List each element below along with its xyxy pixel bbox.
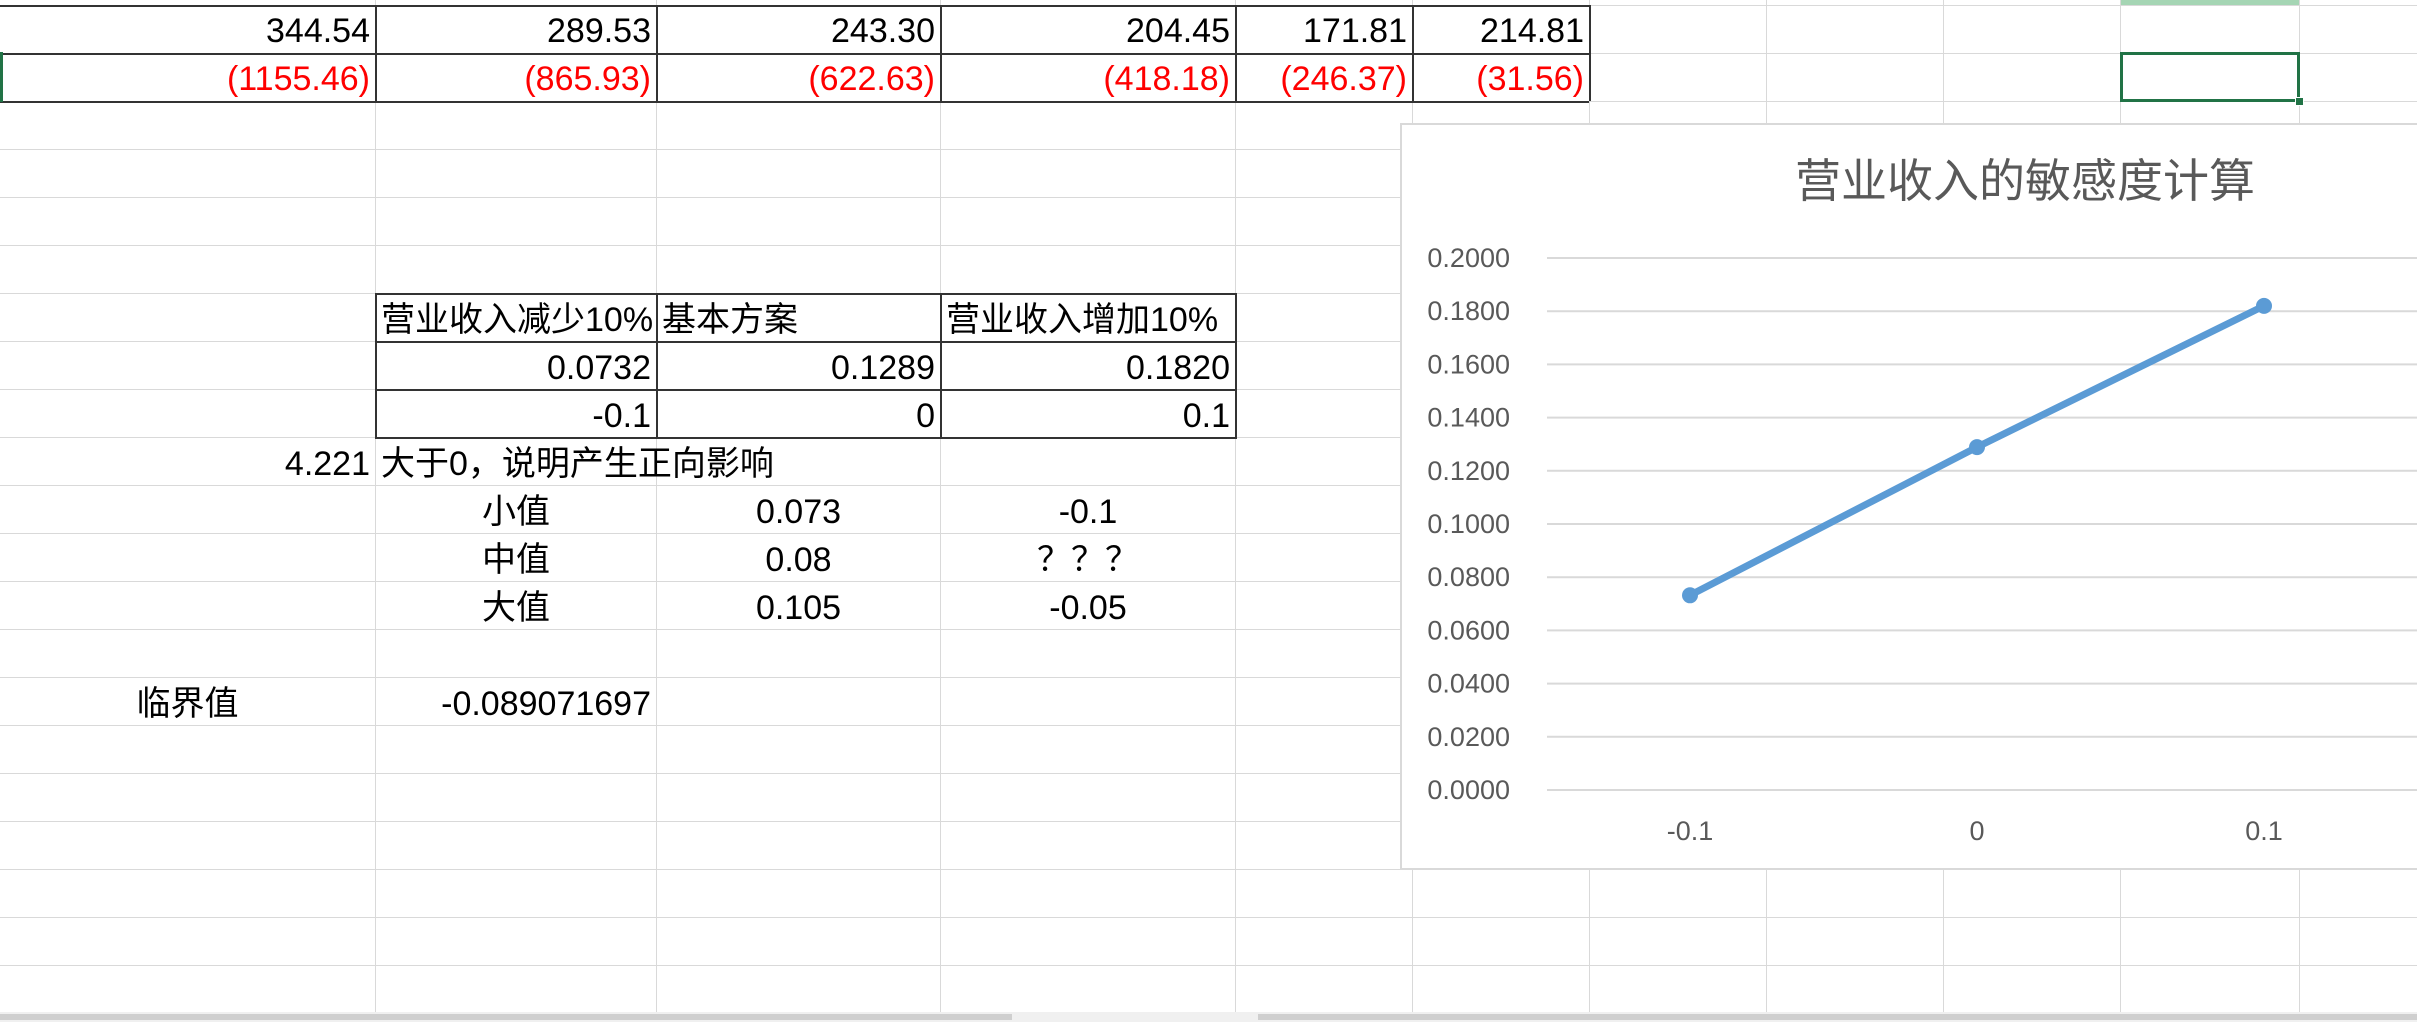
cell-row1-col1[interactable]: 344.54 — [0, 8, 375, 54]
horizontal-scrollbar-thumb[interactable] — [1258, 1014, 2417, 1020]
header-revenue-increase[interactable]: 营业收入增加10% — [941, 297, 1235, 343]
chart-series[interactable] — [1682, 297, 2272, 604]
cell-row2-col3[interactable]: (622.63) — [657, 56, 940, 102]
cell-border — [1235, 293, 1237, 439]
data-point[interactable] — [1969, 439, 1985, 456]
x-tick-label: 0 — [1969, 816, 1984, 846]
header-base-case[interactable]: 基本方案 — [657, 297, 940, 343]
chart-y-axis-labels: 0.0000 0.0200 0.0400 0.0600 0.0800 0.1000 0.12… — [1427, 243, 1510, 805]
chart-x-axis-labels: -0.1 0 0.1 — [1667, 816, 2283, 846]
y-tick-label: 0.1200 — [1427, 456, 1510, 486]
interp-label-mid[interactable]: 中值 — [376, 537, 656, 583]
column-gridline — [1235, 0, 1236, 1012]
header-revenue-decrease[interactable]: 营业收入减少10% — [376, 297, 656, 343]
y-tick-label: 0.1600 — [1427, 349, 1510, 379]
fill-handle[interactable] — [2295, 97, 2304, 106]
value-base[interactable]: 0.1289 — [657, 345, 940, 391]
value-increase[interactable]: 0.1820 — [941, 345, 1235, 391]
sensitivity-coefficient[interactable]: 4.221 — [0, 441, 375, 487]
critical-label[interactable]: 临界值 — [0, 681, 375, 727]
cell-border — [0, 5, 1589, 7]
selected-column-indicator — [2121, 0, 2299, 5]
chart-gridlines — [1547, 257, 2417, 791]
data-point[interactable] — [2256, 297, 2272, 314]
cell-row1-col6[interactable]: 214.81 — [1413, 8, 1589, 54]
y-tick-label: 0.0200 — [1427, 722, 1510, 752]
cell-row2-col4[interactable]: (418.18) — [941, 56, 1235, 102]
y-tick-label: 0.0600 — [1427, 615, 1510, 645]
y-tick-label: 0.0400 — [1427, 669, 1510, 699]
data-point[interactable] — [1682, 587, 1698, 604]
chart-title[interactable]: 营业收入的敏感度计算 — [1795, 155, 2255, 207]
y-tick-label: 0.0000 — [1427, 775, 1510, 805]
interp-x-small[interactable]: -0.1 — [941, 489, 1235, 535]
critical-value[interactable]: -0.089071697 — [376, 681, 656, 727]
cell-row2-col2[interactable]: (865.93) — [376, 56, 656, 102]
sensitivity-note[interactable]: 大于0，说明产生正向影响 — [376, 441, 936, 487]
cell-row2-col6[interactable]: (31.56) — [1413, 56, 1589, 102]
x-tick-label: -0.1 — [1667, 816, 1714, 846]
cell-border — [375, 293, 1235, 295]
interp-value-large[interactable]: 0.105 — [657, 585, 940, 631]
row-gridline — [0, 917, 2417, 918]
row-selection-edge — [0, 52, 3, 102]
cell-row2-col1[interactable]: (1155.46) — [0, 56, 375, 102]
change-base[interactable]: 0 — [657, 393, 940, 439]
cell-row1-col3[interactable]: 243.30 — [657, 8, 940, 54]
y-tick-label: 0.1400 — [1427, 403, 1510, 433]
active-cell-selection[interactable] — [2120, 52, 2300, 102]
y-tick-label: 0.1000 — [1427, 509, 1510, 539]
cell-row1-col4[interactable]: 204.45 — [941, 8, 1235, 54]
y-tick-label: 0.2000 — [1427, 243, 1510, 273]
interp-value-mid[interactable]: 0.08 — [657, 537, 940, 583]
change-increase[interactable]: 0.1 — [941, 393, 1235, 439]
y-tick-label: 0.0800 — [1427, 562, 1510, 592]
x-tick-label: 0.1 — [2245, 816, 2283, 846]
line-chart[interactable]: 营业收入的敏感度计算 0.0000 0.0200 0.0400 0.0600 0.080… — [1400, 123, 2417, 870]
cell-row1-col5[interactable]: 171.81 — [1236, 8, 1412, 54]
chart-canvas: 营业收入的敏感度计算 0.0000 0.0200 0.0400 0.0600 0.080… — [1427, 155, 2417, 846]
cell-row1-col2[interactable]: 289.53 — [376, 8, 656, 54]
cell-row2-col5[interactable]: (246.37) — [1236, 56, 1412, 102]
interp-label-small[interactable]: 小值 — [376, 489, 656, 535]
change-decrease[interactable]: -0.1 — [376, 393, 656, 439]
y-tick-label: 0.1800 — [1427, 296, 1510, 326]
row-gridline — [0, 965, 2417, 966]
interp-label-large[interactable]: 大值 — [376, 585, 656, 631]
sheet-tab-scrollbar[interactable] — [0, 1014, 1012, 1020]
interp-x-mid[interactable]: ？？？ — [941, 537, 1235, 583]
interp-value-small[interactable]: 0.073 — [657, 489, 940, 535]
interp-x-large[interactable]: -0.05 — [941, 585, 1235, 631]
cell-border — [1589, 5, 1591, 101]
value-decrease[interactable]: 0.0732 — [376, 345, 656, 391]
